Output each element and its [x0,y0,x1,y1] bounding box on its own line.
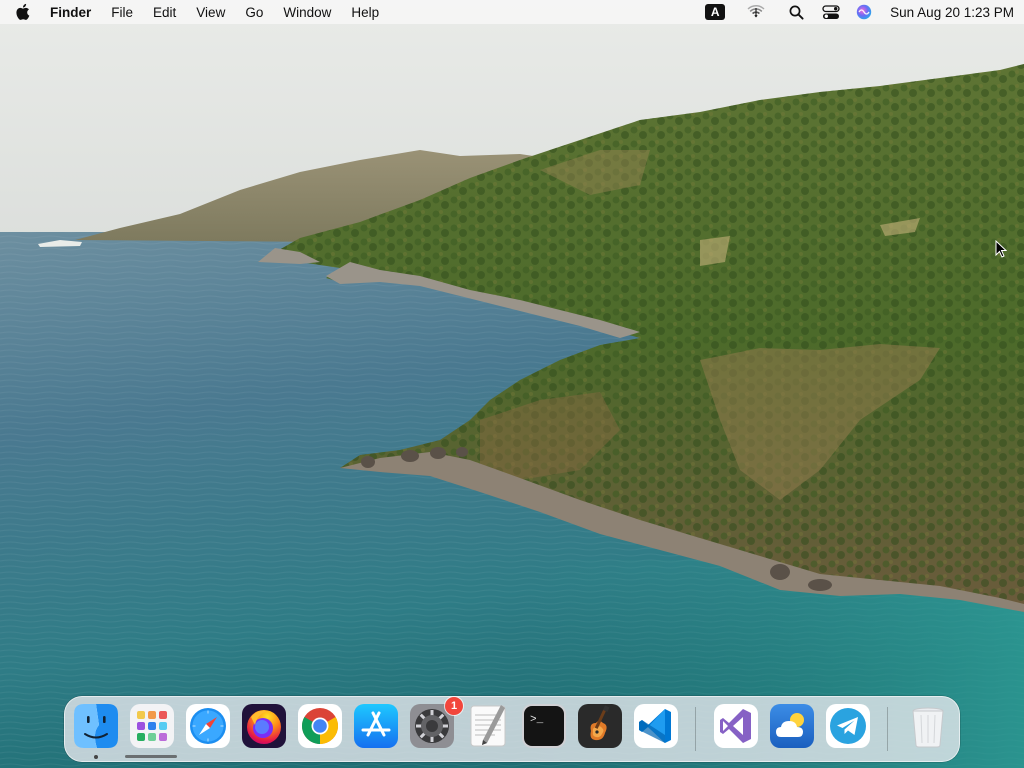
control-center-icon[interactable] [822,4,840,20]
menu-app-name[interactable]: Finder [50,5,91,20]
menu-bar: Finder File Edit View Go Window Help A S… [0,0,1024,24]
spotlight-search-icon[interactable] [789,5,804,20]
finder-icon [74,704,118,748]
mouse-cursor-icon [995,240,1007,258]
vscode-icon [634,704,678,748]
notification-badge: 1 [445,697,463,715]
svg-text:>_: >_ [530,714,544,726]
dock-item-app-store[interactable] [353,703,399,749]
apple-menu-icon[interactable] [16,3,34,21]
dock-separator [887,707,888,751]
weather-icon [770,704,814,748]
menu-edit[interactable]: Edit [153,5,176,20]
menu-view[interactable]: View [196,5,225,20]
finder-running-indicator [94,755,98,759]
dock-item-visual-studio[interactable] [713,703,759,749]
dock-item-trash[interactable] [905,703,951,749]
dock-item-finder[interactable] [73,703,119,749]
safari-icon [186,704,230,748]
input-source-label: A [705,4,726,20]
trash-icon [912,707,944,748]
garageband-icon [578,704,622,748]
launchpad-icon [130,704,174,748]
menubar-clock[interactable]: Sun Aug 20 1:23 PM [890,5,1014,20]
chrome-icon [298,704,342,748]
dock-item-telegram[interactable] [825,703,871,749]
dock-separator [695,707,696,751]
wifi-icon[interactable] [747,5,765,19]
input-source-indicator[interactable]: A [705,4,726,20]
dock-item-chrome[interactable] [297,703,343,749]
dock-item-weather[interactable] [769,703,815,749]
app-store-icon [354,704,398,748]
menu-go[interactable]: Go [245,5,263,20]
menu-help[interactable]: Help [351,5,379,20]
siri-icon[interactable] [856,4,872,20]
dock-item-firefox[interactable] [241,703,287,749]
desktop-wallpaper [0,0,1024,768]
visual-studio-icon [714,704,758,748]
dock-item-garageband[interactable] [577,703,623,749]
dock: 1 >_ [64,696,960,762]
menu-file[interactable]: File [111,5,133,20]
dock-item-terminal[interactable]: >_ [521,703,567,749]
dock-item-system-settings[interactable]: 1 [409,697,463,749]
telegram-icon [826,704,870,748]
firefox-icon [242,704,286,748]
textedit-icon [470,705,506,747]
dock-item-vscode[interactable] [633,703,679,749]
dock-scroll-indicator [125,755,177,758]
dock-item-textedit[interactable] [465,703,511,749]
menu-window[interactable]: Window [283,5,331,20]
dock-item-launchpad[interactable] [129,703,175,749]
dock-item-safari[interactable] [185,703,231,749]
terminal-icon: >_ [522,704,566,748]
